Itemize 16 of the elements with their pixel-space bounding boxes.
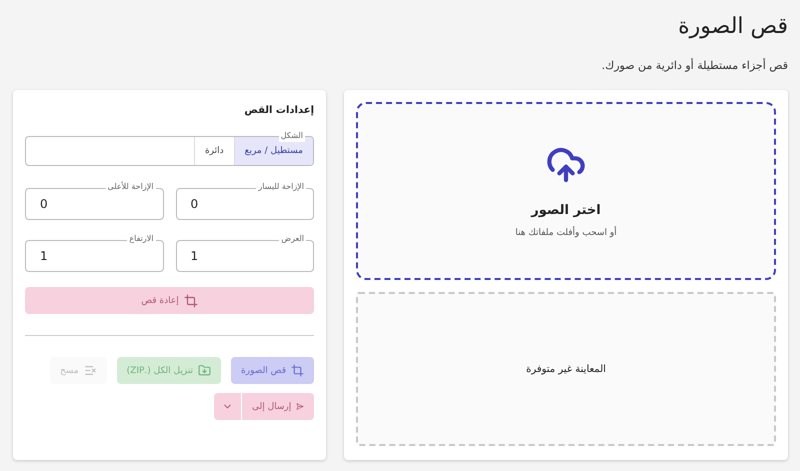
settings-title: إعدادات القص [244,105,314,116]
field-label: الارتفاع [127,233,156,245]
page-subtitle: قص أجزاء مستطيلة أو دائرية من صورك. [602,59,788,72]
page-title: قص الصورة [678,14,788,39]
crop-icon [184,294,198,308]
field-label: العرض [279,233,306,245]
preview-message: المعاينة غير متوفرة [526,364,606,374]
crop-icon [291,364,304,377]
list-clear-icon [84,364,97,377]
shape-label: الشكل [278,130,305,142]
upload-title: اختر الصور [531,202,601,218]
folder-download-icon [198,364,212,377]
field-label: الإزاحة لليسار [256,181,306,193]
upload-hint: أو اسحب وأفلت ملفاتك هنا [515,228,617,238]
field-label: الإزاحة للأعلى [106,181,156,193]
upload-dropzone[interactable]: اختر الصور أو اسحب وأفلت ملفاتك هنا [356,102,776,280]
